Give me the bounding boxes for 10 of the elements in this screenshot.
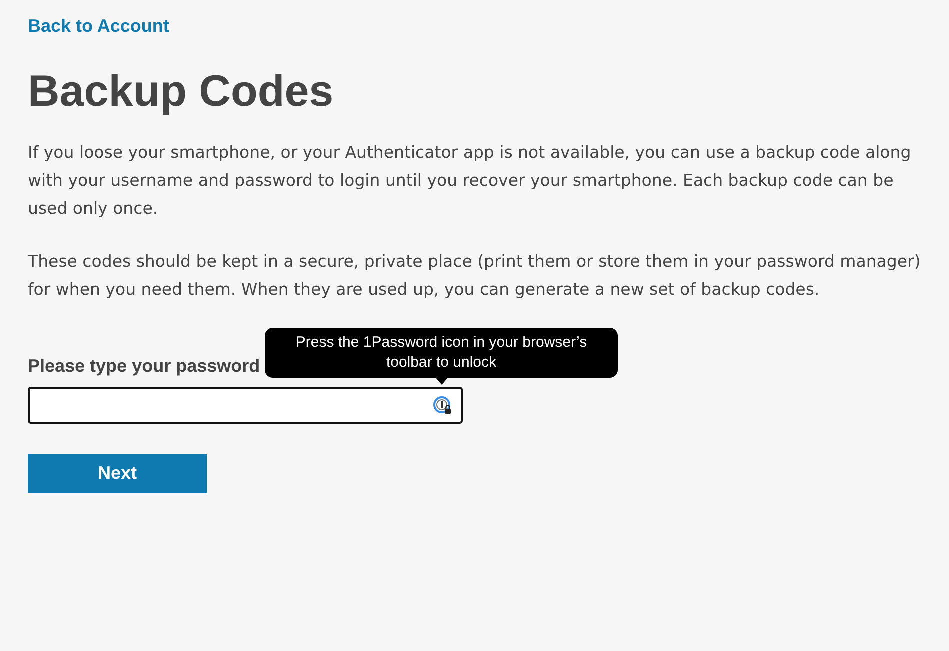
- back-link[interactable]: Back to Account: [28, 16, 170, 37]
- password-manager-icon[interactable]: [433, 396, 453, 416]
- page-title: Backup Codes: [28, 67, 335, 117]
- paragraph: These codes should be kept in a secure, private place (print them or store them in your password manager) for when you need them. When they are used up, you can generate a new set of backup codes.: [28, 251, 921, 301]
- password-field[interactable]: [28, 387, 463, 424]
- tooltip: Press the 1Password icon in your browser’s toolbar to unlock: [265, 328, 618, 378]
- paragraph: If you loose your smartphone, or your Authenticator app is not available, you can use a backup code along with your username and password to login until you recover your smartphone. Each backup code can be used only once.: [28, 142, 912, 220]
- field-label: Please type your password: [28, 356, 260, 377]
- tooltip-arrow: [436, 378, 448, 385]
- next-button[interactable]: Next: [28, 454, 207, 493]
